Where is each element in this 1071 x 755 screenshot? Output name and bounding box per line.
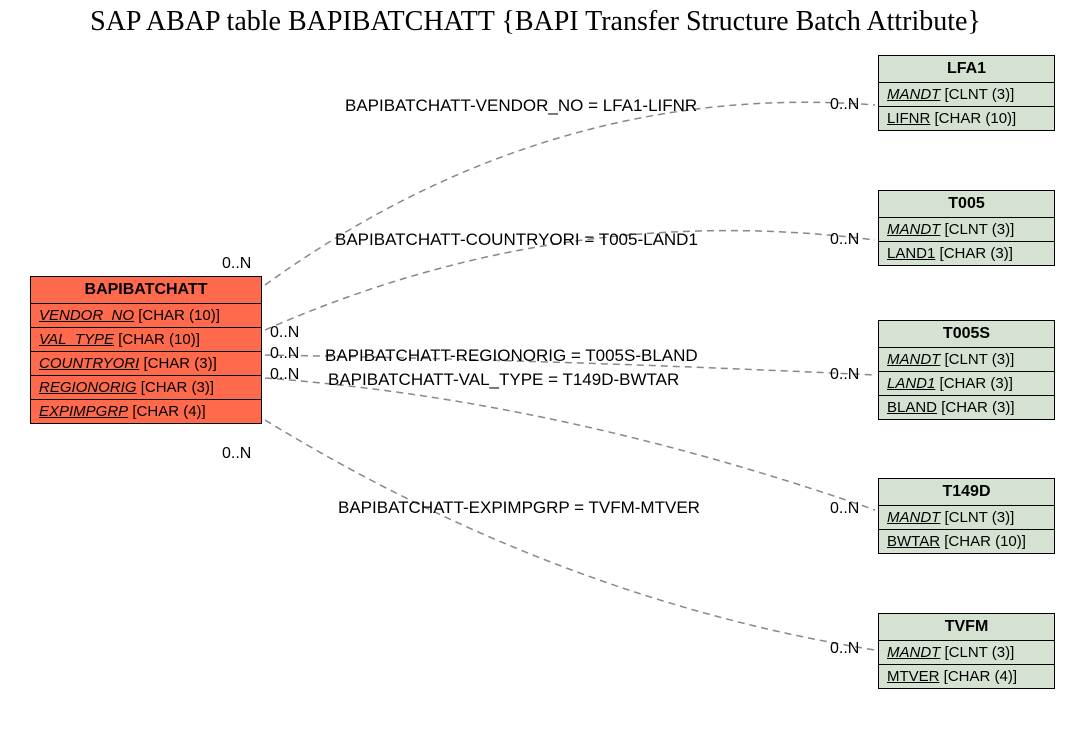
entity-t005s: T005S MANDT [CLNT (3)] LAND1 [CHAR (3)] … [878,320,1055,420]
field-row: MANDT [CLNT (3)] [879,348,1054,372]
entity-t149d: T149D MANDT [CLNT (3)] BWTAR [CHAR (10)] [878,478,1055,554]
relation-label: BAPIBATCHATT-COUNTRYORI = T005-LAND1 [335,230,698,250]
cardinality: 0..N [830,366,859,384]
field-row: REGIONORIG [CHAR (3)] [31,376,261,400]
entity-bapibatchatt: BAPIBATCHATT VENDOR_NO [CHAR (10)] VAL_T… [30,276,262,424]
field-row: LIFNR [CHAR (10)] [879,107,1054,130]
field-row: BWTAR [CHAR (10)] [879,530,1054,553]
field-row: VENDOR_NO [CHAR (10)] [31,304,261,328]
field-row: MANDT [CLNT (3)] [879,83,1054,107]
relation-label: BAPIBATCHATT-VENDOR_NO = LFA1-LIFNR [345,96,697,116]
relation-label: BAPIBATCHATT-VAL_TYPE = T149D-BWTAR [328,370,679,390]
cardinality: 0..N [222,445,251,463]
relation-label: BAPIBATCHATT-EXPIMPGRP = TVFM-MTVER [338,498,700,518]
field-row: COUNTRYORI [CHAR (3)] [31,352,261,376]
cardinality: 0..N [830,500,859,518]
relation-label: BAPIBATCHATT-REGIONORIG = T005S-BLAND [325,346,698,366]
cardinality: 0..N [830,231,859,249]
entity-header: T149D [879,479,1054,506]
entity-header: T005 [879,191,1054,218]
entity-header: BAPIBATCHATT [31,277,261,304]
entity-tvfm: TVFM MANDT [CLNT (3)] MTVER [CHAR (4)] [878,613,1055,689]
field-row: LAND1 [CHAR (3)] [879,372,1054,396]
cardinality: 0..N [830,640,859,658]
field-row: MANDT [CLNT (3)] [879,641,1054,665]
entity-lfa1: LFA1 MANDT [CLNT (3)] LIFNR [CHAR (10)] [878,55,1055,131]
field-row: MTVER [CHAR (4)] [879,665,1054,688]
entity-header: TVFM [879,614,1054,641]
field-row: EXPIMPGRP [CHAR (4)] [31,400,261,423]
entity-header: LFA1 [879,56,1054,83]
field-row: MANDT [CLNT (3)] [879,218,1054,242]
field-row: BLAND [CHAR (3)] [879,396,1054,419]
cardinality: 0..N [270,324,299,342]
cardinality: 0..N [222,255,251,273]
field-row: VAL_TYPE [CHAR (10)] [31,328,261,352]
field-row: LAND1 [CHAR (3)] [879,242,1054,265]
cardinality: 0..N [270,366,299,384]
field-row: MANDT [CLNT (3)] [879,506,1054,530]
cardinality: 0..N [270,345,299,363]
diagram-title: SAP ABAP table BAPIBATCHATT {BAPI Transf… [0,6,1071,38]
entity-header: T005S [879,321,1054,348]
cardinality: 0..N [830,96,859,114]
entity-t005: T005 MANDT [CLNT (3)] LAND1 [CHAR (3)] [878,190,1055,266]
